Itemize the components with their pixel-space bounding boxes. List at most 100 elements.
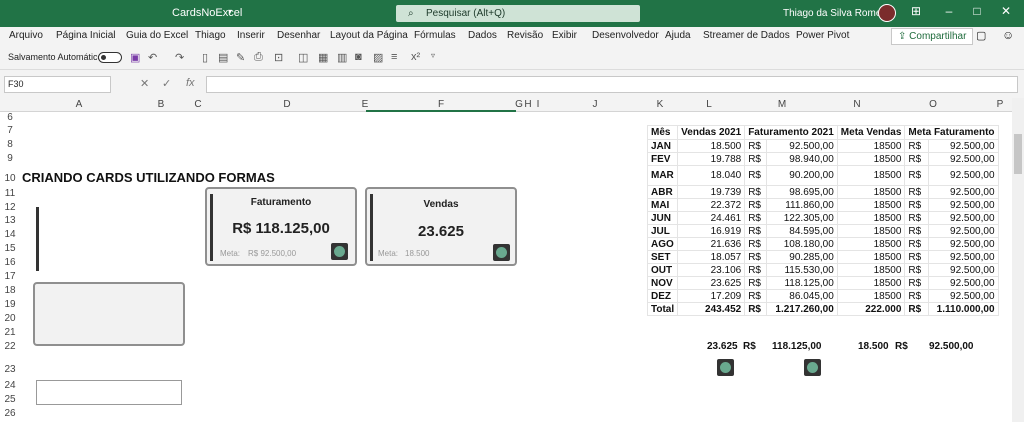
tab-streamer-de-dados[interactable]: Streamer de Dados	[703, 30, 790, 41]
maximize-icon[interactable]: □	[967, 4, 987, 18]
total-faturamento-cell[interactable]: 1.217.260,00	[765, 302, 838, 316]
total-meta-faturamento-cell[interactable]: 1.110.000,00	[927, 302, 999, 316]
camera-icon[interactable]: ◙	[355, 51, 362, 63]
feedback-icon[interactable]: ☺	[1002, 28, 1014, 42]
meta-vendas-cell[interactable]: 18500	[836, 263, 906, 277]
summary-vendas[interactable]: 23.625	[707, 341, 738, 352]
meta-vendas-cell[interactable]: 18500	[836, 276, 906, 290]
rectangle-shape[interactable]	[36, 380, 182, 405]
currency-cell[interactable]: R$	[904, 198, 929, 212]
currency-cell[interactable]: R$	[904, 211, 929, 225]
meta-vendas-cell[interactable]: 18500	[836, 198, 906, 212]
column-header[interactable]: G	[515, 99, 523, 110]
currency-cell[interactable]: R$	[904, 224, 929, 238]
column-header[interactable]: O	[929, 99, 937, 110]
meta-faturamento-cell[interactable]: 92.500,00	[927, 250, 999, 264]
minimize-icon[interactable]: –	[939, 4, 959, 18]
vendas-cell[interactable]: 22.372	[677, 198, 746, 212]
meta-vendas-cell[interactable]: 18500	[836, 250, 906, 264]
faturamento-cell[interactable]: 122.305,00	[765, 211, 838, 225]
open-file-icon[interactable]: ▤	[218, 51, 228, 64]
superscript-icon[interactable]: x²	[411, 51, 420, 63]
row-header[interactable]: 19	[0, 299, 20, 310]
row-header[interactable]: 20	[0, 313, 20, 324]
table-header-cell[interactable]: Faturamento 2021	[744, 125, 838, 140]
faturamento-cell[interactable]: 115.530,00	[765, 263, 838, 277]
month-cell[interactable]: SET	[646, 250, 679, 264]
cancel-icon[interactable]: ✕	[140, 77, 149, 90]
tab-revisao[interactable]: Revisão	[507, 30, 543, 41]
row-header[interactable]: 24	[0, 380, 20, 391]
autosave-toggle[interactable]	[98, 52, 122, 63]
total-label-cell[interactable]: Total	[646, 302, 679, 316]
month-cell[interactable]: NOV	[646, 276, 679, 290]
tab-desenvolvedor[interactable]: Desenvolvedor	[592, 30, 659, 41]
column-header[interactable]: L	[706, 99, 712, 110]
vendas-cell[interactable]: 19.739	[677, 185, 746, 199]
ribbon-display-icon[interactable]: ⊞	[906, 4, 926, 18]
vendas-cell[interactable]: 19.788	[677, 152, 746, 166]
table-header-cell[interactable]: Mês	[646, 125, 679, 140]
row-header[interactable]: 13	[0, 215, 20, 226]
currency-cell[interactable]: R$	[744, 152, 767, 166]
meta-vendas-cell[interactable]: 18500	[836, 152, 906, 166]
currency-cell[interactable]: R$	[744, 198, 767, 212]
month-cell[interactable]: MAR	[646, 165, 679, 186]
month-cell[interactable]: OUT	[646, 263, 679, 277]
column-header[interactable]: E	[362, 99, 369, 110]
currency-cell[interactable]: R$	[904, 289, 929, 303]
meta-faturamento-cell[interactable]: 92.500,00	[927, 139, 999, 153]
faturamento-cell[interactable]: 98.940,00	[765, 152, 838, 166]
chart-icon[interactable]: ▥	[337, 51, 347, 64]
function-icon[interactable]: fx	[186, 77, 195, 89]
table-icon[interactable]: ▦	[318, 51, 328, 64]
currency-cell[interactable]: R$	[904, 237, 929, 251]
vertical-scrollbar[interactable]	[1012, 98, 1024, 422]
row-header[interactable]: 23	[0, 364, 20, 375]
vendas-cell[interactable]: 16.919	[677, 224, 746, 238]
faturamento-cell[interactable]: 98.695,00	[765, 185, 838, 199]
row-header[interactable]: 9	[0, 153, 20, 164]
share-button[interactable]: ⇪ Compartilhar	[891, 28, 974, 45]
empty-card-shape[interactable]	[33, 282, 185, 346]
row-header[interactable]: 10	[0, 173, 20, 184]
column-header[interactable]: H	[524, 99, 531, 110]
image-icon[interactable]: ▨	[373, 51, 383, 64]
row-header[interactable]: 7	[0, 125, 20, 136]
tab-layout-da-pagina[interactable]: Layout da Página	[330, 30, 408, 41]
month-cell[interactable]: AGO	[646, 237, 679, 251]
currency-cell[interactable]: R$	[904, 165, 929, 186]
row-header[interactable]: 12	[0, 202, 20, 213]
tab-dados[interactable]: Dados	[468, 30, 497, 41]
meta-vendas-cell[interactable]: 18500	[836, 139, 906, 153]
currency-cell[interactable]: R$	[744, 165, 767, 186]
save-icon[interactable]: ▣	[130, 51, 140, 64]
currency-cell[interactable]: R$	[904, 250, 929, 264]
tab-inserir[interactable]: Inserir	[237, 30, 265, 41]
vendas-cell[interactable]: 17.209	[677, 289, 746, 303]
customize-toolbar-icon[interactable]: ▿	[431, 51, 435, 60]
meta-faturamento-cell[interactable]: 92.500,00	[927, 211, 999, 225]
chevron-down-icon[interactable]: ▾	[228, 7, 232, 16]
faturamento-cell[interactable]: 84.595,00	[765, 224, 838, 238]
month-cell[interactable]: DEZ	[646, 289, 679, 303]
row-header[interactable]: 14	[0, 229, 20, 240]
currency-cell[interactable]: R$	[904, 263, 929, 277]
column-header[interactable]: M	[778, 99, 786, 110]
row-header[interactable]: 17	[0, 271, 20, 282]
avatar[interactable]	[878, 4, 896, 22]
total-meta-vendas-cell[interactable]: 222.000	[836, 302, 906, 316]
column-header[interactable]: C	[194, 99, 201, 110]
summary-meta-faturamento[interactable]: 92.500,00	[929, 341, 974, 352]
meta-faturamento-cell[interactable]: 92.500,00	[927, 198, 999, 212]
table-header-cell[interactable]: Meta Faturamento	[904, 125, 999, 140]
row-header[interactable]: 22	[0, 341, 20, 352]
formula-input[interactable]	[206, 76, 1018, 93]
tab-thiago[interactable]: Thiago	[195, 30, 226, 41]
meta-vendas-cell[interactable]: 18500	[836, 289, 906, 303]
meta-faturamento-cell[interactable]: 92.500,00	[927, 152, 999, 166]
month-cell[interactable]: MAI	[646, 198, 679, 212]
month-cell[interactable]: JUN	[646, 211, 679, 225]
new-file-icon[interactable]: ▯	[202, 51, 208, 64]
undo-icon[interactable]: ↶	[148, 51, 157, 64]
